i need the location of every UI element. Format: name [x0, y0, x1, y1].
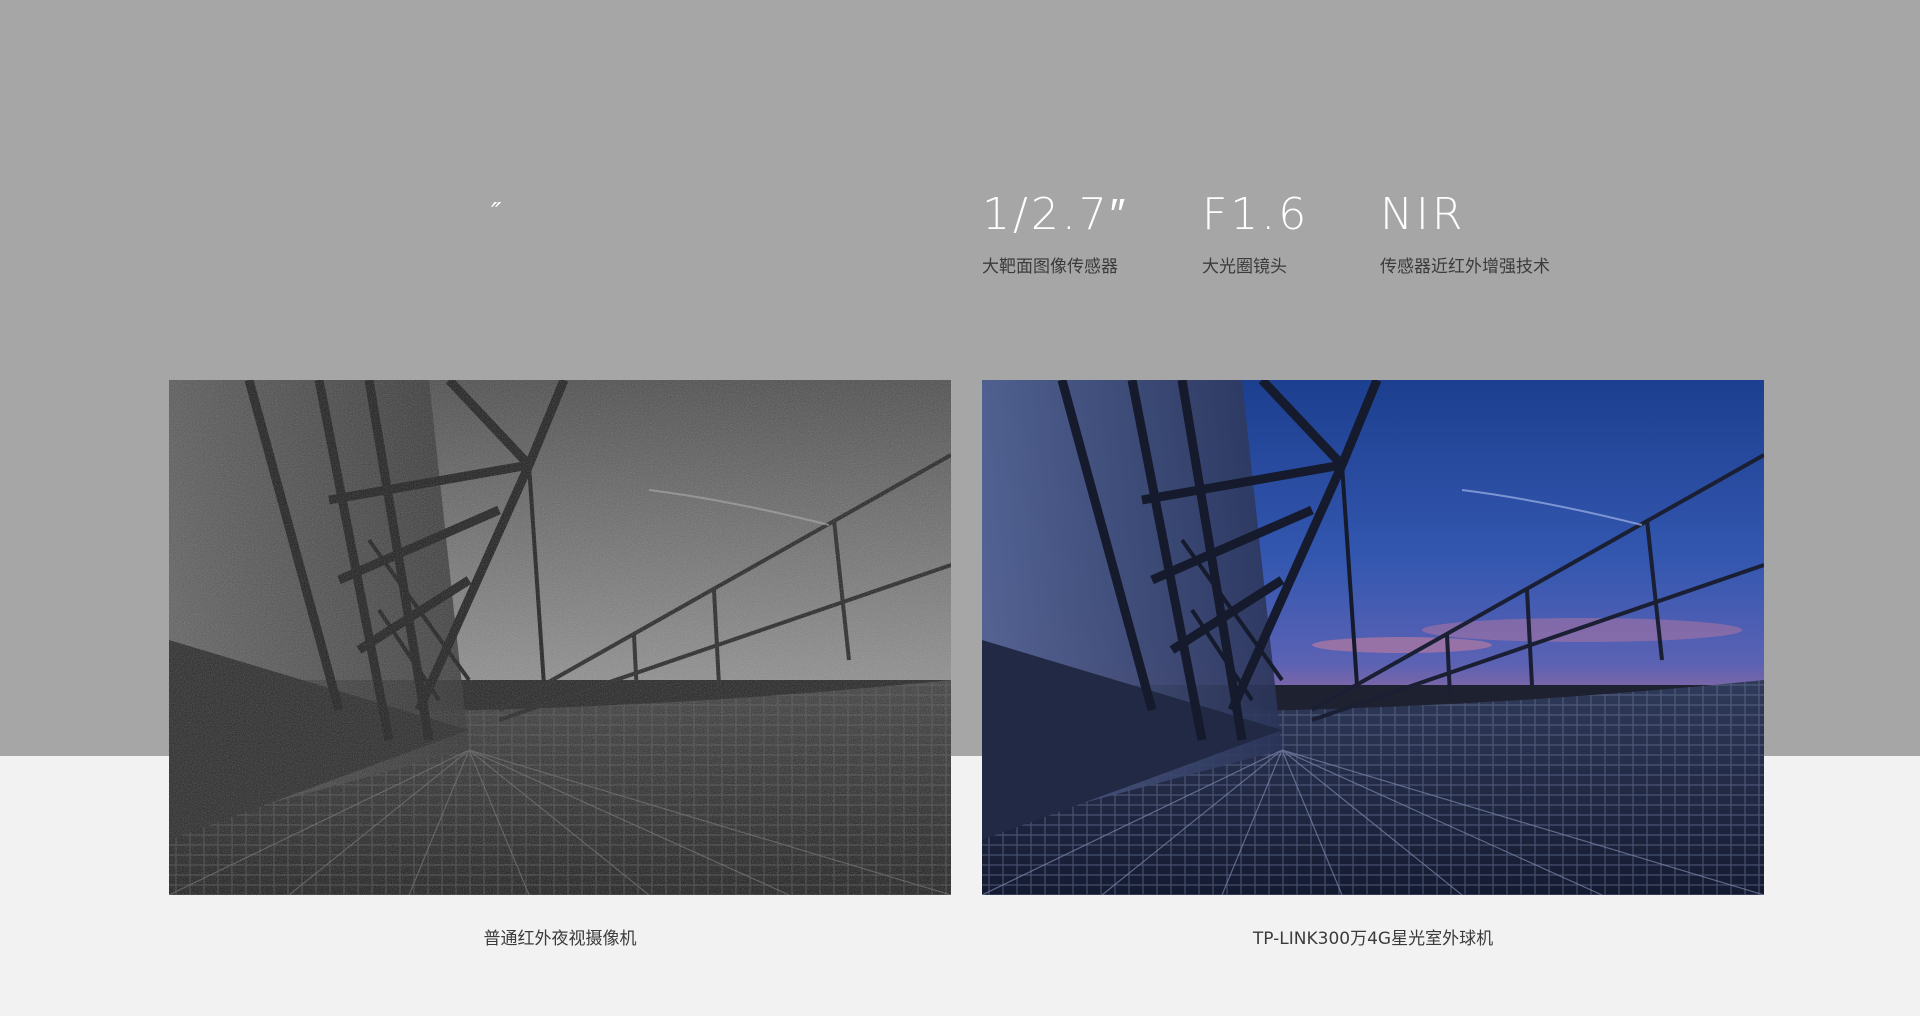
comparison-photo-ordinary [169, 380, 951, 895]
spec-aperture: F1.6 大光圈镜头 [1202, 189, 1310, 278]
comparison-photo-starlight [982, 380, 1764, 895]
spec-aperture-value: F1.6 [1202, 189, 1310, 240]
spec-sensor: 1/2.7″ 大靶面图像传感器 [982, 189, 1129, 278]
spec-sensor-label: 大靶面图像传感器 [982, 257, 1118, 277]
stray-quote-mark: ″ [491, 196, 502, 229]
bridge-photo-grayscale [169, 380, 951, 895]
bridge-photo-color [982, 380, 1764, 895]
spec-aperture-label: 大光圈镜头 [1202, 257, 1287, 277]
spec-sensor-value: 1/2.7″ [982, 189, 1129, 240]
spec-nir-label: 传感器近红外增强技术 [1380, 257, 1550, 277]
caption-tp-link-camera: TP-LINK300万4G星光室外球机 [1252, 929, 1494, 949]
caption-ordinary-camera: 普通红外夜视摄像机 [483, 929, 637, 949]
spec-nir-value: NIR [1380, 189, 1466, 240]
spec-nir: NIR 传感器近红外增强技术 [1380, 189, 1550, 278]
